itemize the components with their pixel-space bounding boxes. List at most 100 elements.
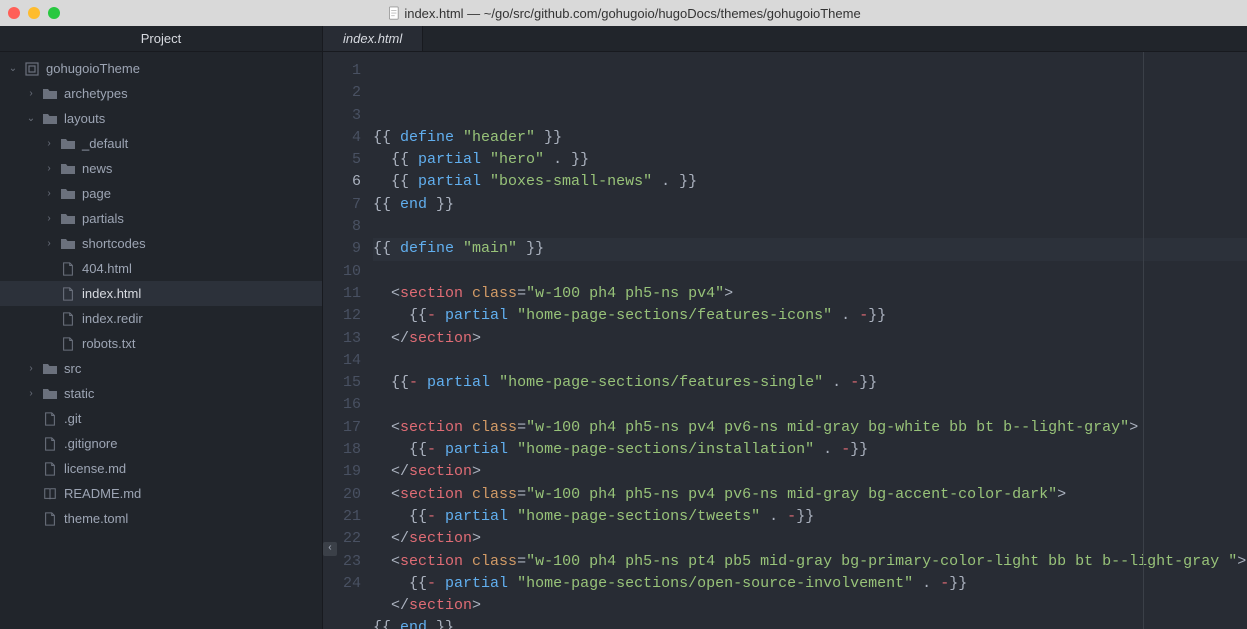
line-number: 5 [323, 149, 361, 171]
tree-item-index-html[interactable]: index.html [0, 281, 322, 306]
line-number: 3 [323, 105, 361, 127]
tree-item-label: shortcodes [82, 236, 146, 251]
file-icon [42, 412, 58, 426]
tab-label: index.html [343, 31, 402, 46]
tree-item-label: robots.txt [82, 336, 135, 351]
tree-item-gohugoiotheme[interactable]: ⌄ gohugoioTheme [0, 56, 322, 81]
tree-item-news[interactable]: ›news [0, 156, 322, 181]
tree-item-label: archetypes [64, 86, 128, 101]
code-line[interactable]: <section class="w-100 ph4 ph5-ns pv4"> [373, 283, 1247, 305]
tree-item-label: static [64, 386, 94, 401]
file-tree[interactable]: ⌄ gohugoioTheme › archetypes ⌄layouts›_defau… [0, 52, 322, 629]
book-icon [42, 487, 58, 501]
tree-item-layouts[interactable]: ⌄layouts [0, 106, 322, 131]
tree-item--git[interactable]: .git [0, 406, 322, 431]
tree-item-404-html[interactable]: 404.html [0, 256, 322, 281]
tree-item-license-md[interactable]: license.md [0, 456, 322, 481]
code-line[interactable] [373, 394, 1247, 416]
code-line[interactable]: {{- partial "home-page-sections/features… [373, 372, 1247, 394]
tree-item-label: index.html [82, 286, 141, 301]
code-line[interactable]: </section> [373, 595, 1247, 617]
code-line[interactable]: {{ partial "boxes-small-news" . }} [373, 171, 1247, 193]
tree-item-static[interactable]: › static [0, 381, 322, 406]
chevron-right-icon: › [44, 138, 54, 149]
tree-item-page[interactable]: ›page [0, 181, 322, 206]
code-line[interactable]: {{- partial "home-page-sections/features… [373, 305, 1247, 327]
editor-area: index.html 12345678910111213141516171819… [323, 26, 1247, 629]
code-line[interactable]: <section class="w-100 ph4 ph5-ns pt4 pb5… [373, 551, 1247, 573]
tree-item-readme-md[interactable]: README.md [0, 481, 322, 506]
line-number: 10 [323, 261, 361, 283]
tree-item--default[interactable]: ›_default [0, 131, 322, 156]
tree-item-shortcodes[interactable]: › shortcodes [0, 231, 322, 256]
file-icon [60, 287, 76, 301]
chevron-right-icon: › [44, 213, 54, 224]
tree-item-theme-toml[interactable]: theme.toml [0, 506, 322, 531]
line-number: 16 [323, 394, 361, 416]
maximize-window-button[interactable] [48, 7, 60, 19]
window-titlebar: index.html — ~/go/src/github.com/gohugoi… [0, 0, 1247, 26]
minimize-window-button[interactable] [28, 7, 40, 19]
code-line[interactable] [373, 350, 1247, 372]
repo-icon [24, 61, 40, 77]
tab-index-html[interactable]: index.html [323, 26, 423, 51]
tree-item--gitignore[interactable]: .gitignore [0, 431, 322, 456]
project-sidebar: Project ⌄gohugoioTheme›archetypes⌄layout… [0, 26, 323, 629]
code-line[interactable]: </section> [373, 461, 1247, 483]
tree-item-label: license.md [64, 461, 126, 476]
window-title-text: index.html — ~/go/src/github.com/gohugoi… [404, 6, 860, 21]
folder-icon [60, 136, 76, 152]
chevron-down-icon: ⌄ [8, 63, 18, 74]
line-number: 19 [323, 461, 361, 483]
tree-item-src[interactable]: ›src [0, 356, 322, 381]
code-line[interactable]: {{ end }} [373, 617, 1247, 629]
line-number: 14 [323, 350, 361, 372]
line-number: 4 [323, 127, 361, 149]
folder-icon [42, 386, 58, 402]
folder-icon [60, 236, 76, 252]
code-line[interactable]: {{- partial "home-page-sections/open-sou… [373, 573, 1247, 595]
code-line[interactable]: <section class="w-100 ph4 ph5-ns pv4 pv6… [373, 417, 1247, 439]
code-line[interactable]: <section class="w-100 ph4 ph5-ns pv4 pv6… [373, 484, 1247, 506]
fold-indicator[interactable]: ‹ [323, 542, 337, 556]
code-line[interactable]: {{- partial "home-page-sections/tweets" … [373, 506, 1247, 528]
code-line[interactable] [373, 261, 1247, 283]
line-number: 15 [323, 372, 361, 394]
code-line[interactable]: </section> [373, 328, 1247, 350]
tree-item-label: .git [64, 411, 81, 426]
chevron-right-icon: › [26, 388, 36, 399]
chevron-right-icon: › [26, 88, 36, 99]
file-icon [42, 512, 58, 526]
line-number: 11 [323, 283, 361, 305]
line-number: 24 [323, 573, 361, 595]
code-line[interactable] [373, 216, 1247, 238]
tree-item-robots-txt[interactable]: robots.txt [0, 331, 322, 356]
line-number: 21 [323, 506, 361, 528]
line-number: 9 [323, 238, 361, 260]
folder-icon [60, 161, 76, 177]
code-editor[interactable]: 123456789101112131415161718192021222324 … [323, 52, 1247, 629]
line-number: 2 [323, 82, 361, 104]
code-line[interactable]: {{ define "main" }} [373, 238, 1247, 260]
line-number: 13 [323, 328, 361, 350]
chevron-right-icon: › [26, 363, 36, 374]
code-line[interactable]: </section> [373, 528, 1247, 550]
code-content[interactable]: {{ define "header" }} {{ partial "hero" … [373, 52, 1247, 629]
chevron-right-icon: › [44, 188, 54, 199]
tree-item-label: gohugoioTheme [46, 61, 140, 76]
tab-bar: index.html [323, 26, 1247, 52]
line-number: 6 [323, 171, 361, 193]
tree-item-partials[interactable]: ›partials [0, 206, 322, 231]
code-line[interactable]: {{ end }} [373, 194, 1247, 216]
tree-item-label: layouts [64, 111, 105, 126]
line-number: 12 [323, 305, 361, 327]
close-window-button[interactable] [8, 7, 20, 19]
tree-item-label: 404.html [82, 261, 132, 276]
chevron-right-icon: › [44, 238, 54, 249]
tree-item-archetypes[interactable]: › archetypes [0, 81, 322, 106]
code-line[interactable]: {{ define "header" }} [373, 127, 1247, 149]
tree-item-index-redir[interactable]: index.redir [0, 306, 322, 331]
code-line[interactable]: {{- partial "home-page-sections/installa… [373, 439, 1247, 461]
code-line[interactable]: {{ partial "hero" . }} [373, 149, 1247, 171]
file-icon [60, 312, 76, 326]
